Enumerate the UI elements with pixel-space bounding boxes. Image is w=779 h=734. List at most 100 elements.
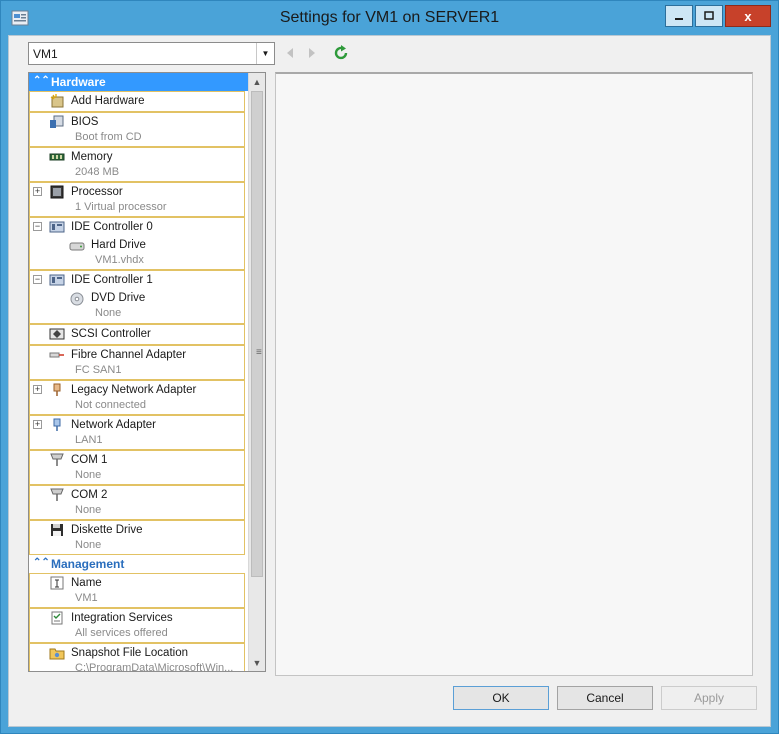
maximize-button[interactable] — [695, 5, 723, 27]
settings-tree[interactable]: ⌃⌃ Hardware Add Hardware BIOS Boot from … — [28, 72, 266, 672]
scrollbar-thumb[interactable]: ≡ — [251, 91, 263, 577]
collapse-icon[interactable]: − — [33, 222, 42, 231]
tree-item-label: Name — [71, 577, 102, 589]
tree-item-diskette-drive[interactable]: Diskette Drive None — [29, 520, 245, 555]
tree-item-scsi-controller[interactable]: SCSI Controller — [29, 324, 245, 345]
tree-item-detail: VM1.vhdx — [95, 254, 144, 266]
tree-item-detail: None — [95, 307, 122, 319]
tree-item-ide-controller-1[interactable]: − IDE Controller 1 DVD Drive None — [29, 270, 245, 324]
tree-item-detail: Not connected — [75, 399, 146, 411]
hardware-section-header[interactable]: ⌃⌃ Hardware — [29, 73, 250, 91]
ok-button[interactable]: OK — [453, 686, 549, 710]
tree-item-detail: VM1 — [75, 592, 98, 604]
minimize-button[interactable] — [665, 5, 693, 27]
tree-item-label: BIOS — [71, 116, 99, 128]
settings-window: Settings for VM1 on SERVER1 x VM1 ▼ ⌃⌃ H… — [0, 0, 779, 734]
tree-item-label: COM 2 — [71, 489, 108, 501]
refresh-button[interactable] — [333, 45, 349, 61]
add-hardware-icon — [50, 94, 64, 108]
tree-item-snapshot-file-location[interactable]: Snapshot File Location C:\ProgramData\Mi… — [29, 643, 245, 672]
scroll-up-icon[interactable]: ▲ — [249, 73, 265, 90]
collapse-icon[interactable]: ⌃⌃ — [33, 557, 50, 568]
tree-item-add-hardware[interactable]: Add Hardware — [29, 91, 245, 112]
management-section-header[interactable]: ⌃⌃ Management — [29, 555, 250, 573]
scsi-controller-icon — [49, 328, 65, 340]
back-button[interactable] — [282, 45, 298, 61]
tree-item-com2[interactable]: COM 2 None — [29, 485, 245, 520]
grip-icon: ≡ — [256, 347, 262, 358]
tree-item-label: Fibre Channel Adapter — [71, 349, 187, 361]
cancel-button[interactable]: Cancel — [557, 686, 653, 710]
tree-item-label: SCSI Controller — [71, 328, 151, 340]
tree-item-label: Diskette Drive — [71, 524, 143, 536]
tree-item-detail: None — [75, 469, 102, 481]
scroll-down-icon[interactable]: ▼ — [249, 654, 265, 671]
apply-button[interactable]: Apply — [661, 686, 757, 710]
details-pane — [275, 72, 753, 676]
maximize-icon — [704, 11, 714, 20]
collapse-icon[interactable]: − — [33, 275, 42, 284]
collapse-icon[interactable]: ⌃⌃ — [33, 75, 50, 86]
tree-item-label: Memory — [71, 151, 113, 163]
tree-item-bios[interactable]: BIOS Boot from CD — [29, 112, 245, 147]
diskette-drive-icon — [51, 524, 63, 536]
tree-item-memory[interactable]: Memory 2048 MB — [29, 147, 245, 182]
close-icon: x — [744, 8, 752, 24]
ide-controller-icon — [49, 221, 65, 233]
integration-services-icon — [51, 611, 63, 625]
memory-icon — [49, 153, 65, 161]
tree-item-detail: 2048 MB — [75, 166, 120, 178]
tree-item-label: Integration Services — [71, 612, 173, 624]
com-port-icon — [50, 488, 64, 501]
forward-button[interactable] — [304, 45, 320, 61]
bios-icon — [50, 115, 64, 128]
tree-item-legacy-network-adapter[interactable]: + Legacy Network Adapter Not connected — [29, 380, 245, 415]
back-arrow-icon — [287, 48, 293, 58]
window-title: Settings for VM1 on SERVER1 — [279, 9, 500, 26]
tree-scrollbar[interactable]: ▲ ≡ ▼ — [248, 73, 265, 671]
tree-item-label: Network Adapter — [71, 419, 157, 431]
tree-item-name[interactable]: Name VM1 — [29, 573, 245, 608]
tree-item-detail: C:\ProgramData\Microsoft\Win... — [75, 662, 234, 672]
title-bar[interactable]: Settings for VM1 on SERVER1 x — [1, 1, 778, 35]
tree-item-label: IDE Controller 0 — [71, 221, 153, 233]
tree-item-detail: LAN1 — [75, 434, 103, 446]
close-button[interactable]: x — [725, 5, 771, 27]
tree-item-detail: 1 Virtual processor — [75, 201, 167, 213]
dialog-body: VM1 ▼ ⌃⌃ Hardware Add Hardware BIOS Boot… — [8, 35, 771, 727]
tree-item-network-adapter[interactable]: + Network Adapter LAN1 — [29, 415, 245, 450]
refresh-icon — [334, 45, 348, 60]
tree-item-detail: None — [75, 504, 102, 516]
vm-selector[interactable]: VM1 ▼ — [28, 42, 275, 65]
tree-item-label: Processor — [71, 186, 123, 198]
chevron-down-icon[interactable]: ▼ — [256, 43, 274, 64]
hard-drive-icon — [69, 242, 85, 251]
tree-item-fibre-channel-adapter[interactable]: Fibre Channel Adapter FC SAN1 — [29, 345, 245, 380]
processor-icon — [50, 185, 64, 199]
expand-icon[interactable]: + — [33, 385, 42, 394]
expand-icon[interactable]: + — [33, 420, 42, 429]
tree-item-processor[interactable]: + Processor 1 Virtual processor — [29, 182, 245, 217]
tree-item-integration-services[interactable]: Integration Services All services offere… — [29, 608, 245, 643]
tree-item-label: COM 1 — [71, 454, 108, 466]
tree-item-detail: None — [75, 539, 102, 551]
vm-selector-value: VM1 — [33, 47, 58, 61]
tree-item-label: Legacy Network Adapter — [71, 384, 197, 396]
legacy-network-adapter-icon — [53, 383, 61, 396]
tree-item-ide-controller-0[interactable]: − IDE Controller 0 Hard Drive VM1.vhdx — [29, 217, 245, 270]
management-section-label: Management — [51, 557, 125, 571]
tree-item-com1[interactable]: COM 1 None — [29, 450, 245, 485]
ide-controller-icon — [49, 274, 65, 286]
tree-item-detail: All services offered — [75, 627, 168, 639]
forward-arrow-icon — [309, 48, 315, 58]
name-icon — [50, 576, 64, 590]
network-adapter-icon — [53, 418, 61, 431]
tree-item-label: IDE Controller 1 — [71, 274, 153, 286]
tree-child-label: DVD Drive — [91, 292, 146, 304]
com-port-icon — [50, 453, 64, 466]
hardware-section-label: Hardware — [51, 75, 106, 89]
dvd-drive-icon — [70, 292, 84, 306]
snapshot-location-icon — [49, 648, 65, 660]
expand-icon[interactable]: + — [33, 187, 42, 196]
tree-item-detail: Boot from CD — [75, 131, 142, 143]
